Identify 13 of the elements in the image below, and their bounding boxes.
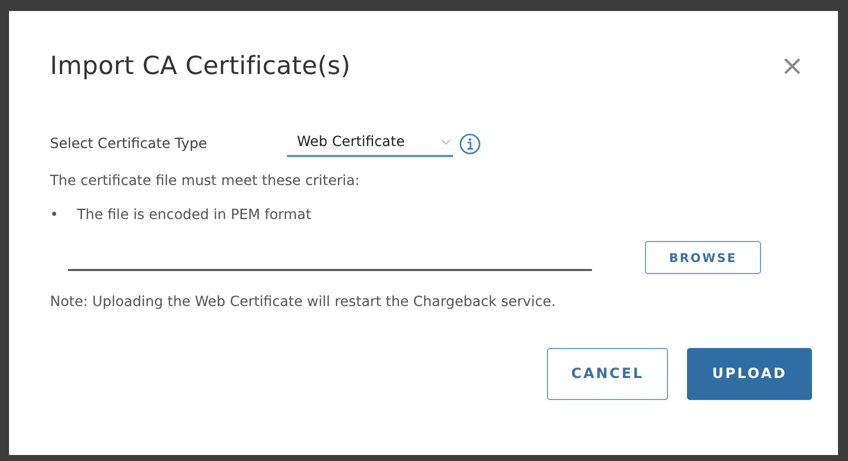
bullet-mark: • bbox=[50, 207, 60, 223]
upload-button[interactable]: UPLOAD bbox=[687, 348, 812, 400]
chevron-icon bbox=[441, 139, 451, 145]
field-label: Select Certificate Type bbox=[50, 136, 208, 152]
criteria-item: The file is encoded in PEM format bbox=[77, 207, 312, 223]
close-button[interactable]: × bbox=[776, 52, 808, 80]
info-icon[interactable] bbox=[459, 133, 481, 155]
browse-button[interactable]: BROWSE bbox=[645, 241, 761, 274]
note-text: Note: Uploading the Web Certificate will restart the Chargeback service. bbox=[50, 294, 557, 310]
criteria-text: The certificate file must meet these criteria: bbox=[50, 173, 361, 189]
certificate-type-dropdown[interactable]: Web Certificate bbox=[287, 131, 453, 157]
cancel-button[interactable]: CANCEL bbox=[547, 348, 668, 400]
dialog-title: Import CA Certificate(s) bbox=[50, 51, 351, 80]
